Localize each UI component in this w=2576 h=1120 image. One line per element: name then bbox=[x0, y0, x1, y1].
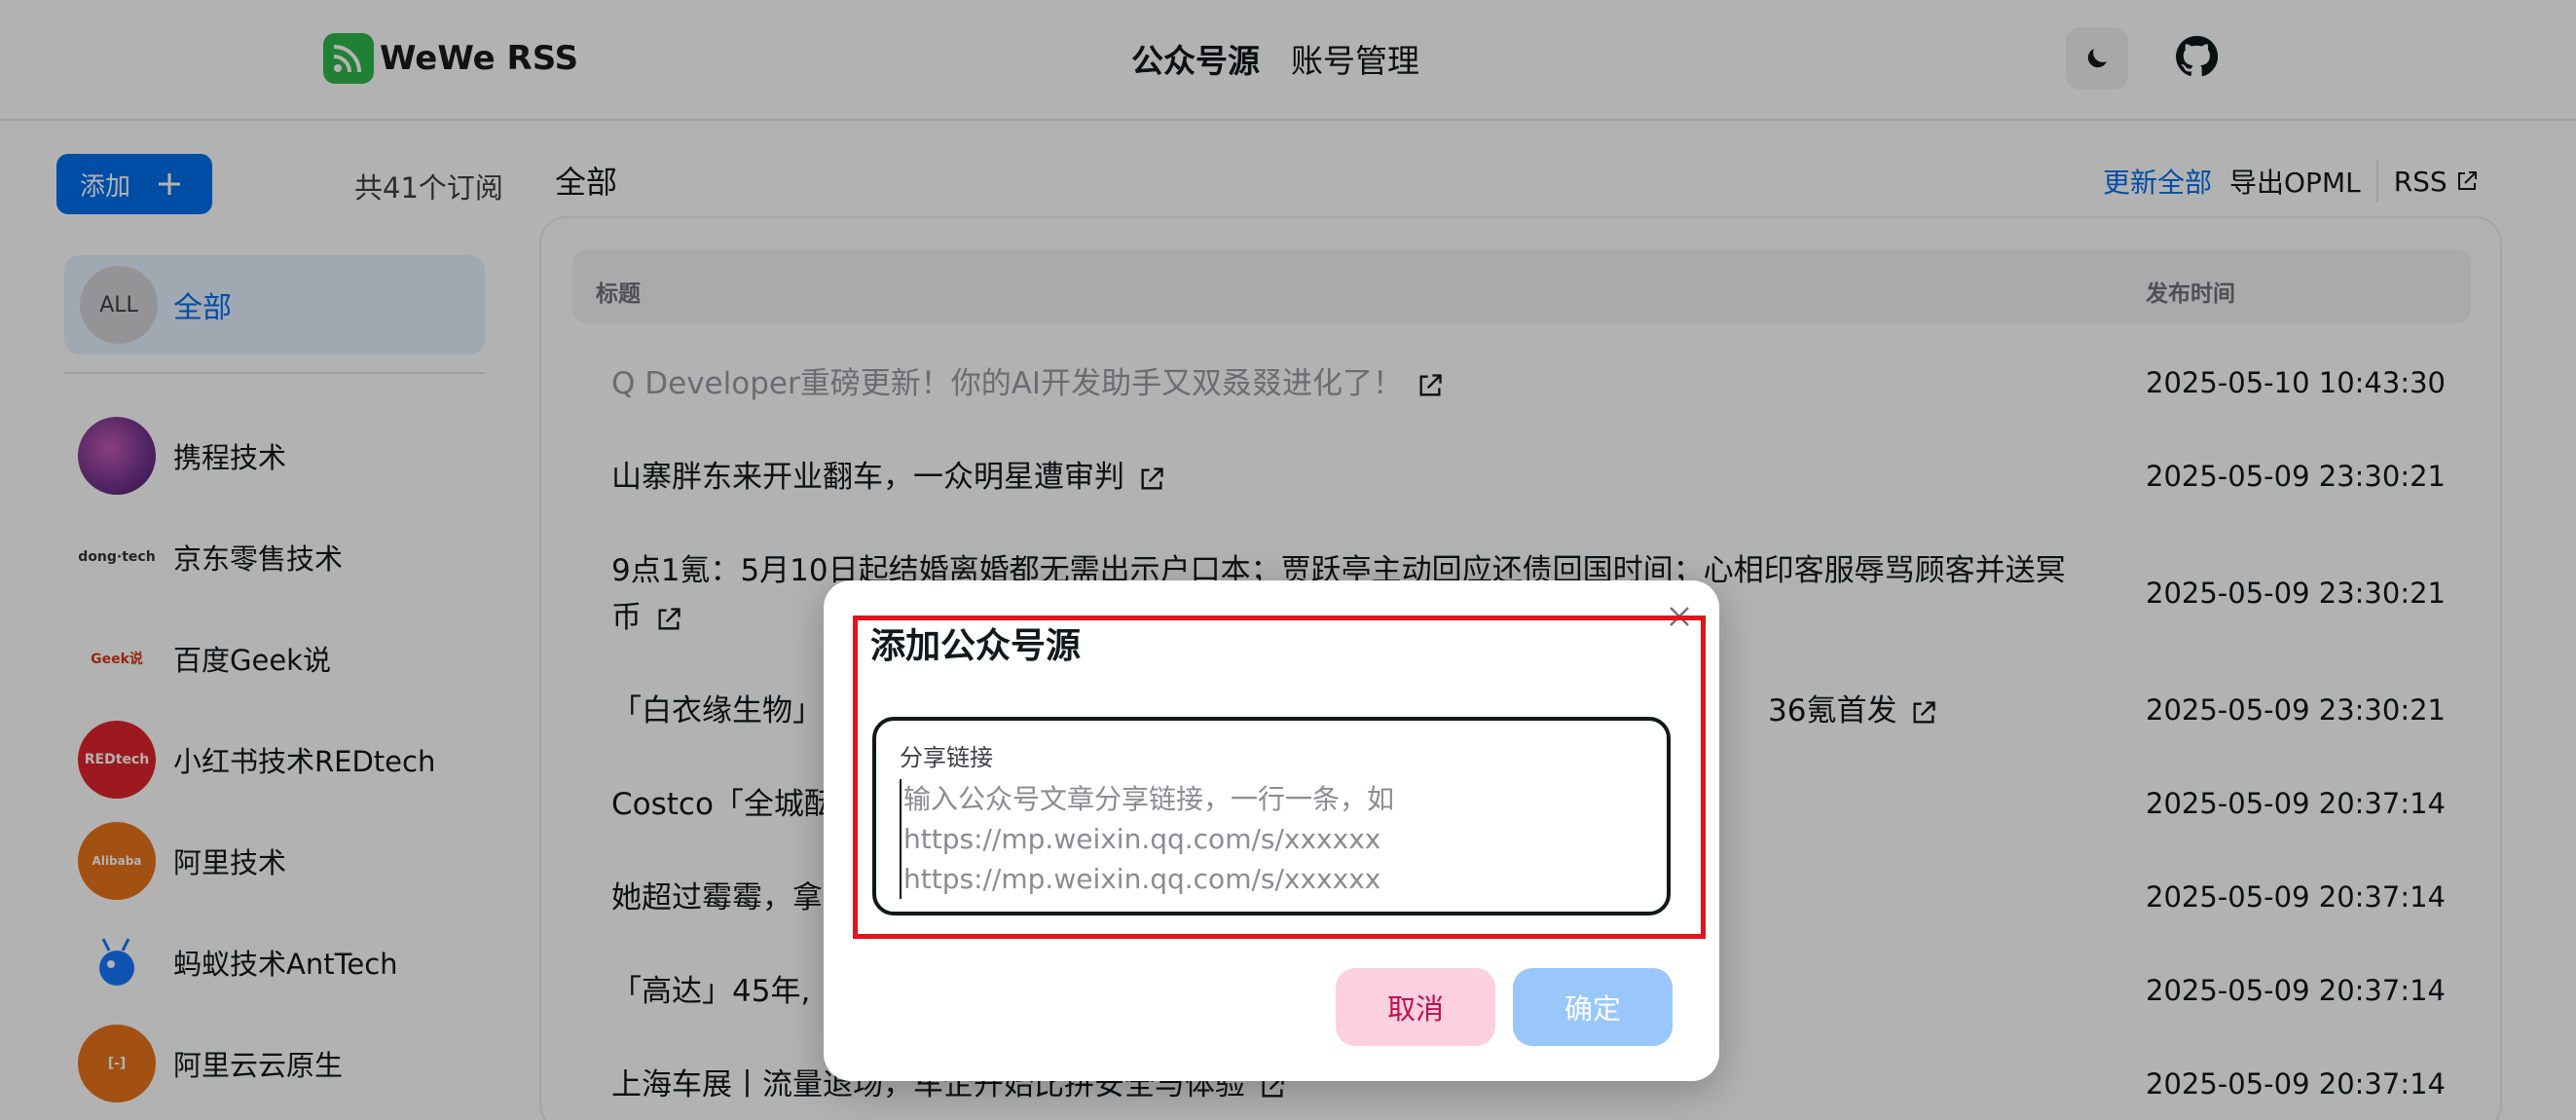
highlight-box bbox=[853, 616, 1706, 939]
cancel-button[interactable]: 取消 bbox=[1336, 968, 1495, 1046]
confirm-button[interactable]: 确定 bbox=[1513, 968, 1673, 1046]
